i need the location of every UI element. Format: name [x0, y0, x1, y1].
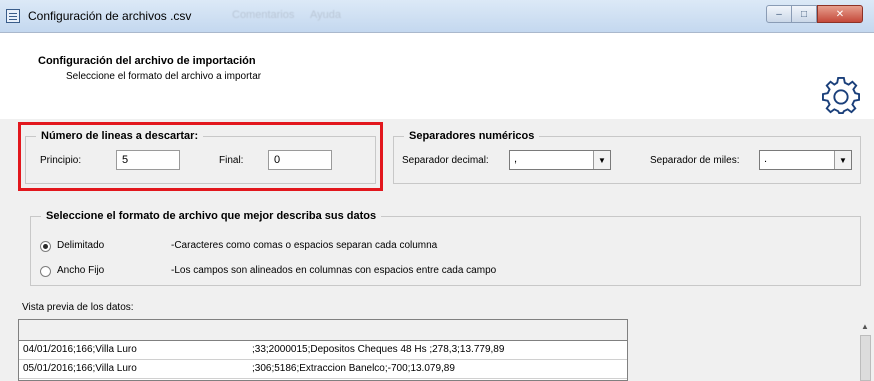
thousands-separator-label: Separador de miles:: [650, 155, 740, 166]
table-row[interactable]: 04/01/2016;166;Villa Luro ;33;2000015;De…: [19, 341, 627, 360]
highlight-box: [18, 122, 383, 191]
file-format-legend: Seleccione el formato de archivo que mej…: [46, 210, 377, 222]
vertical-scrollbar[interactable]: ▲: [857, 319, 874, 381]
ghost-menu-item: Comentarios: [232, 9, 295, 21]
scroll-up-icon[interactable]: ▲: [861, 322, 869, 331]
format-option-description: -Los campos son alineados en columnas co…: [171, 265, 497, 276]
maximize-button[interactable]: □: [792, 5, 817, 23]
close-button[interactable]: ✕: [817, 5, 863, 23]
close-icon: ✕: [835, 8, 845, 20]
table-row[interactable]: 05/01/2016;166;Villa Luro ;306;5186;Extr…: [19, 360, 627, 379]
window-title: Configuración de archivos .csv: [28, 9, 192, 23]
table-cell: 05/01/2016;166;Villa Luro: [23, 363, 137, 374]
chevron-down-icon[interactable]: ▼: [593, 151, 610, 169]
format-option-label[interactable]: Ancho Fijo: [57, 265, 104, 276]
radio-ancho-fijo[interactable]: [40, 266, 51, 277]
preview-table-header: [19, 320, 627, 341]
gear-icon: [822, 77, 860, 115]
decimal-separator-select[interactable]: , ▼: [509, 150, 611, 170]
header-title: Configuración del archivo de importación: [38, 55, 256, 67]
header-subtitle: Seleccione el formato del archivo a impo…: [66, 71, 262, 82]
title-bar: Configuración de archivos .csv Comentari…: [0, 0, 874, 33]
minimize-button[interactable]: –: [766, 5, 792, 23]
decimal-separator-label: Separador decimal:: [402, 155, 489, 166]
table-cell: 04/01/2016;166;Villa Luro: [23, 344, 137, 355]
table-cell: ;306;5186;Extraccion Banelco;-700;13.079…: [252, 363, 455, 374]
thousands-separator-select[interactable]: . ▼: [759, 150, 852, 170]
chevron-down-icon[interactable]: ▼: [834, 151, 851, 169]
numeric-separators-legend: Separadores numéricos: [409, 130, 535, 142]
header-panel: Configuración del archivo de importación…: [0, 33, 874, 119]
preview-table[interactable]: 04/01/2016;166;Villa Luro ;33;2000015;De…: [18, 319, 628, 381]
app-icon: [6, 9, 20, 23]
scroll-thumb[interactable]: [860, 335, 871, 381]
format-option-label[interactable]: Delimitado: [57, 240, 104, 251]
preview-label: Vista previa de los datos:: [22, 302, 134, 313]
ghost-menu-item: Ayuda: [310, 9, 341, 21]
thousands-separator-value: .: [764, 153, 768, 165]
decimal-separator-value: ,: [514, 153, 518, 165]
minimize-icon: –: [776, 8, 782, 20]
radio-delimitado[interactable]: [40, 241, 51, 252]
maximize-icon: □: [800, 8, 808, 20]
table-cell: ;33;2000015;Depositos Cheques 48 Hs ;278…: [252, 344, 505, 355]
format-option-description: -Caracteres como comas o espacios separa…: [171, 240, 438, 251]
